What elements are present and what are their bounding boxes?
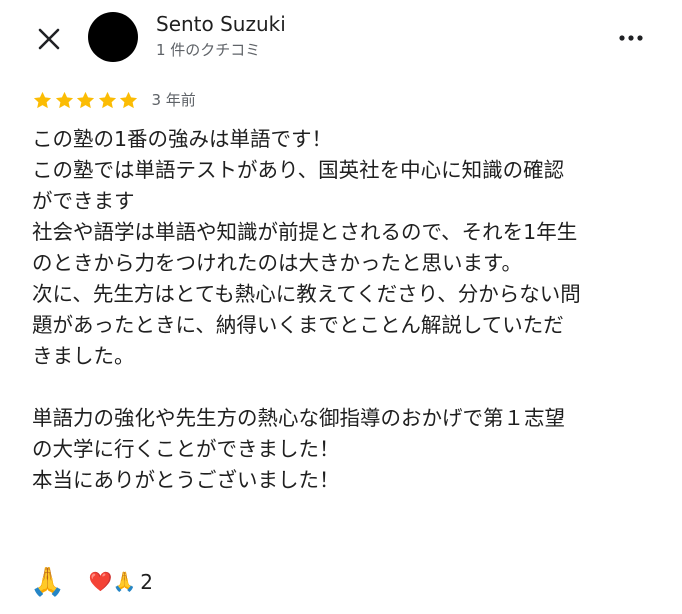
avatar[interactable]: [88, 12, 138, 62]
reaction-count: 2: [140, 570, 153, 594]
reaction-icons: ❤️🙏: [88, 571, 137, 593]
review-text: この塾の1番の強みは単語です！ この塾では単語テストがあり、国英社を中心に知識の確…: [32, 124, 672, 496]
review-line: 本当にありがとうございました！: [32, 468, 340, 492]
star-icon: [76, 91, 95, 108]
star-icon: [55, 91, 73, 108]
review-line: 次に、先生方はとても熱心に教えてくださり、分からない問: [32, 282, 581, 306]
add-reaction-button[interactable]: 🙏: [30, 562, 65, 602]
star-icon: [33, 91, 52, 108]
review-line: 社会や語学は単語や知識が前提とされるので、それを1年生: [32, 220, 578, 244]
review-line: ができます: [32, 189, 135, 213]
review-line: この塾では単語テストがあり、国英社を中心に知識の確認: [32, 158, 565, 182]
review-line: [32, 372, 672, 403]
review-line: 題があったときに、納得いくまでとことん解説していただ: [32, 313, 564, 337]
reviewer-name[interactable]: Sento Suzuki: [156, 12, 286, 36]
review-line: この塾の1番の強みは単語です！: [32, 127, 333, 151]
close-icon: [38, 28, 60, 50]
review-age: 3 年前: [151, 91, 196, 109]
close-button[interactable]: [34, 24, 64, 54]
reactions-bar: 🙏 ❤️🙏 2: [30, 562, 153, 602]
reviewer-review-count: 1 件のクチコミ: [156, 41, 261, 59]
review-line: の大学に行くことができました！: [32, 437, 340, 461]
star-icon: [119, 91, 138, 108]
more-horizontal-icon: [619, 35, 643, 41]
star-rating: [32, 90, 140, 111]
rating-row: 3 年前: [32, 89, 196, 111]
more-options-button[interactable]: [616, 26, 646, 50]
reaction-summary[interactable]: ❤️🙏 2: [89, 570, 153, 594]
review-line: きました。: [32, 344, 135, 368]
star-icon: [98, 91, 116, 108]
review-line: 単語力の強化や先生方の熱心な御指導のおかげで第１志望: [32, 406, 565, 430]
review-line: のときから力をつけれたのは大きかったと思います。: [32, 251, 522, 275]
